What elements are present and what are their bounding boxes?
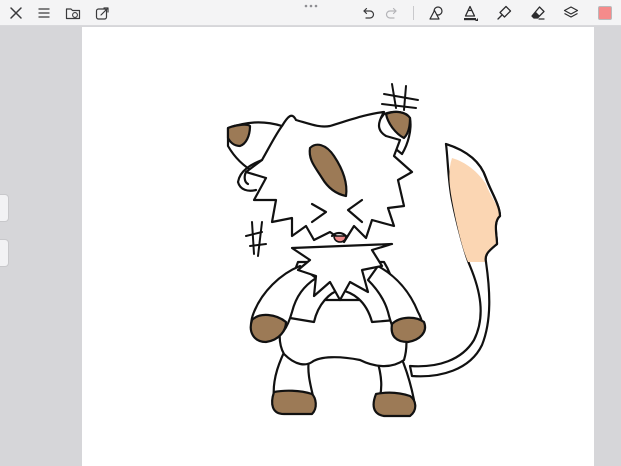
gallery-button[interactable]: [63, 3, 83, 23]
pencil-brush-icon: [464, 5, 478, 21]
shapes-icon: [429, 6, 443, 20]
drawing-canvas[interactable]: [82, 27, 594, 466]
current-color-swatch[interactable]: [598, 6, 612, 20]
close-icon: [10, 7, 22, 19]
shapes-tool-button[interactable]: [426, 3, 446, 23]
folder-gallery-icon: [65, 8, 81, 20]
layers-button[interactable]: [561, 3, 581, 23]
smudge-icon: [497, 5, 512, 20]
top-toolbar: [0, 0, 621, 26]
undo-button[interactable]: [357, 3, 377, 23]
layers-icon: [563, 6, 579, 18]
toolbar-divider: [413, 6, 414, 20]
tongue: [333, 235, 347, 243]
drag-grip-icon[interactable]: [302, 2, 320, 10]
menu-button[interactable]: [34, 3, 54, 23]
drawing-app: [0, 0, 621, 466]
undo-icon: [362, 7, 374, 19]
pencil-tool-button[interactable]: [460, 3, 480, 23]
scribble-left: [245, 221, 267, 257]
right-foot: [372, 391, 417, 418]
share-icon: [95, 6, 109, 20]
scribble-top-right: [381, 83, 419, 111]
right-paw: [390, 316, 427, 344]
tail-tip-patch: [449, 158, 500, 262]
cat-drawing: [226, 83, 502, 418]
share-button[interactable]: [92, 3, 112, 23]
smudge-tool-button[interactable]: [494, 3, 514, 23]
menu-icon: [38, 8, 50, 18]
eraser-icon: [531, 6, 545, 20]
redo-icon: [385, 7, 397, 19]
left-foot: [271, 389, 317, 416]
redo-button[interactable]: [382, 3, 402, 23]
eraser-tool-button[interactable]: [528, 3, 548, 23]
opacity-slider-handle[interactable]: [0, 239, 9, 267]
close-button[interactable]: [6, 3, 26, 23]
brush-size-slider-handle[interactable]: [0, 194, 9, 222]
